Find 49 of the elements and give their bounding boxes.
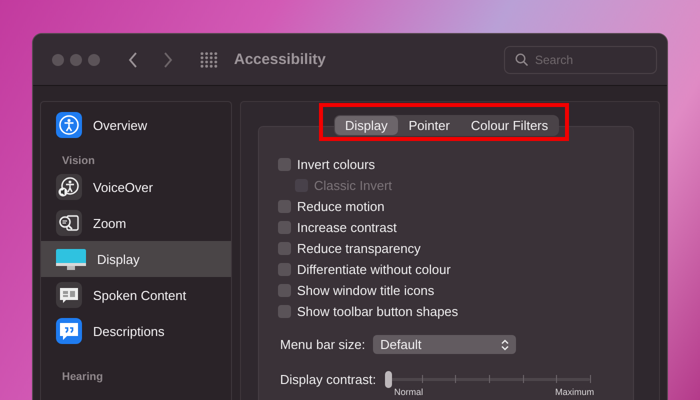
grid-icon[interactable] xyxy=(200,52,218,68)
back-icon[interactable] xyxy=(127,50,139,68)
checkbox[interactable] xyxy=(278,284,291,297)
sidebar-heading: Vision xyxy=(61,154,96,169)
search-field[interactable]: Search xyxy=(504,46,657,74)
chevron-up-down-icon xyxy=(501,338,510,350)
checkbox-label: Show toolbar button shapes xyxy=(297,304,458,319)
search-input[interactable]: Search xyxy=(535,52,645,66)
checkbox[interactable] xyxy=(278,305,291,318)
checkbox-label: Reduce motion xyxy=(297,199,384,214)
sidebar-item[interactable]: VoiceOver xyxy=(41,169,231,205)
sidebar-item[interactable]: Display xyxy=(41,241,231,277)
sidebar-item[interactable]: Zoom xyxy=(41,205,231,241)
speech-bubble-icon xyxy=(56,282,82,308)
slider-min-label: Normal xyxy=(394,387,424,397)
checkbox-label: Invert colours xyxy=(297,157,376,172)
close-button[interactable] xyxy=(52,54,64,66)
sidebar-heading: Hearing xyxy=(61,370,104,385)
slider-thumb[interactable] xyxy=(385,371,392,388)
checkbox[interactable] xyxy=(278,221,291,234)
monitor-icon xyxy=(56,246,86,272)
checkbox-label: Show window title icons xyxy=(297,283,434,298)
tab[interactable]: Pointer xyxy=(398,116,460,135)
sidebar-item[interactable]: Spoken Content xyxy=(41,277,231,313)
display-contrast-label: Display contrast: xyxy=(280,372,376,387)
checkbox-label: Increase contrast xyxy=(297,220,397,235)
magnifier-icon xyxy=(56,210,82,236)
checkbox[interactable] xyxy=(278,158,291,171)
slider-max-label: Maximum xyxy=(555,387,594,397)
minimize-button[interactable] xyxy=(70,54,82,66)
tab[interactable]: Display xyxy=(335,116,398,135)
forward-icon[interactable] xyxy=(162,50,174,68)
checkbox-label: Reduce transparency xyxy=(297,241,421,256)
sidebar-item[interactable]: Overview xyxy=(41,107,231,143)
menu-bar-size-label: Menu bar size: xyxy=(280,337,366,352)
window-title: Accessibility xyxy=(234,51,326,68)
checkbox[interactable] xyxy=(278,242,291,255)
tab[interactable]: Colour Filters xyxy=(460,116,558,135)
checkbox-label: Classic Invert xyxy=(314,178,392,193)
menu-bar-size-dropdown[interactable]: Default xyxy=(373,335,516,354)
voiceover-icon xyxy=(56,174,82,200)
accessibility-icon xyxy=(56,112,82,138)
checkbox[interactable] xyxy=(278,200,291,213)
checkbox-label: Differentiate without colour xyxy=(297,262,451,277)
quote-bubble-icon xyxy=(56,318,82,344)
zoom-button[interactable] xyxy=(88,54,100,66)
sidebar-item[interactable]: Descriptions xyxy=(41,313,231,349)
search-icon xyxy=(515,52,529,66)
checkbox[interactable] xyxy=(278,263,291,276)
